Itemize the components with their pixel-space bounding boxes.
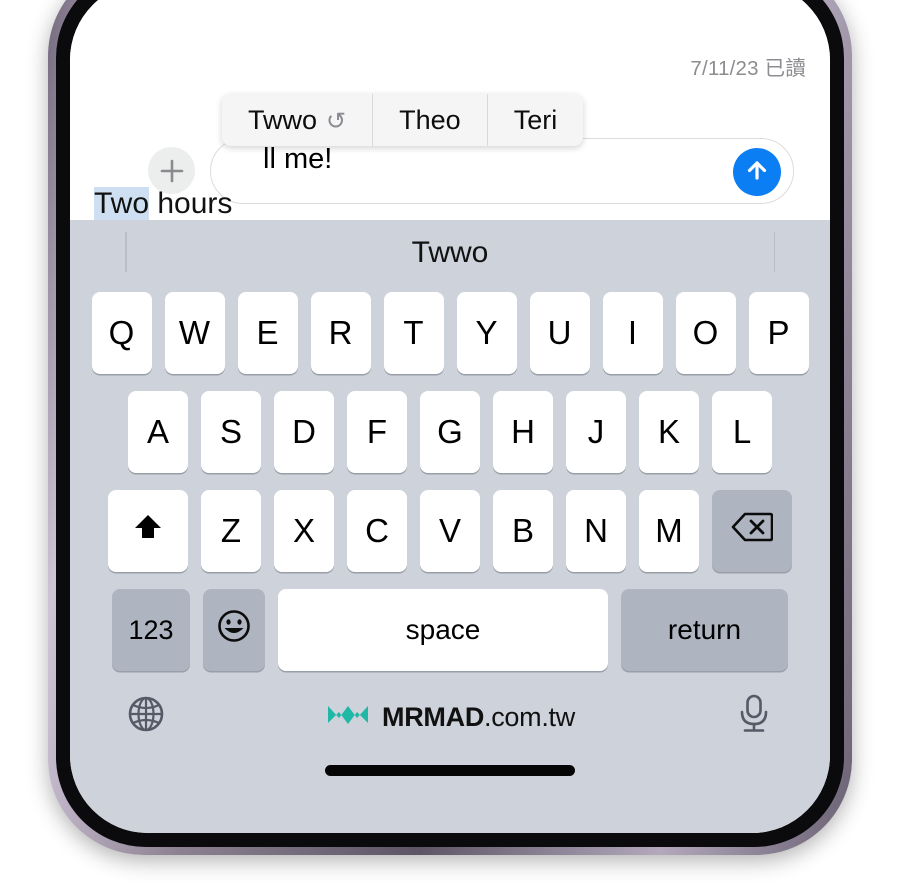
key-d[interactable]: D <box>274 391 334 473</box>
watermark-domain: .com.tw <box>484 702 575 732</box>
phone-frame: 7/11/23 已讀 ll me! Two hours Twwo ↺ Theo … <box>48 0 852 855</box>
suggestion-label: Teri <box>513 104 558 135</box>
watermark-text: MRMAD.com.tw <box>382 702 575 733</box>
phone-screen: 7/11/23 已讀 ll me! Two hours Twwo ↺ Theo … <box>70 0 830 833</box>
key-g[interactable]: G <box>420 391 480 473</box>
backspace-delete-icon <box>731 511 774 551</box>
key-k[interactable]: K <box>639 391 699 473</box>
suggestion-item-2[interactable]: Teri <box>488 94 584 146</box>
suggestion-label: Theo <box>399 104 461 135</box>
space-key[interactable]: space <box>278 589 608 671</box>
suggestion-item-1[interactable]: Theo <box>373 94 488 146</box>
autocorrect-suggestion-popup[interactable]: Twwo ↺ Theo Teri <box>222 94 584 146</box>
mrmad-infinity-logo <box>325 700 371 735</box>
onscreen-keyboard: Twwo Q W E R T Y U I O P A S D F G H J K… <box>70 220 830 833</box>
phone-bezel: 7/11/23 已讀 ll me! Two hours Twwo ↺ Theo … <box>56 0 844 847</box>
composed-text-rest: hours <box>149 187 233 220</box>
key-s[interactable]: S <box>201 391 261 473</box>
prediction-divider-left <box>125 232 127 272</box>
suggestion-item-0[interactable]: Twwo ↺ <box>222 94 374 146</box>
key-p[interactable]: P <box>748 292 809 374</box>
key-l[interactable]: L <box>712 391 772 473</box>
key-e[interactable]: E <box>237 292 298 374</box>
numbers-key[interactable]: 123 <box>112 589 190 671</box>
suggestion-label: Twwo <box>248 104 318 135</box>
return-key[interactable]: return <box>621 589 788 671</box>
key-i[interactable]: I <box>602 292 663 374</box>
emoji-key[interactable] <box>203 589 265 671</box>
key-b[interactable]: B <box>493 490 553 572</box>
key-f[interactable]: F <box>347 391 407 473</box>
message-input-field[interactable]: ll me! <box>210 138 794 204</box>
backspace-key[interactable] <box>712 490 792 572</box>
key-j[interactable]: J <box>566 391 626 473</box>
prediction-bar[interactable]: Twwo <box>70 220 830 286</box>
key-m[interactable]: M <box>639 490 699 572</box>
key-h[interactable]: H <box>493 391 553 473</box>
key-t[interactable]: T <box>383 292 444 374</box>
keyboard-row-2: A S D F G H J K L <box>70 391 830 473</box>
key-u[interactable]: U <box>529 292 590 374</box>
key-y[interactable]: Y <box>456 292 517 374</box>
key-c[interactable]: C <box>347 490 407 572</box>
autocorrect-highlighted-word: Two <box>94 187 150 220</box>
key-w[interactable]: W <box>164 292 225 374</box>
keyboard-row-4: 123 space return <box>70 589 830 671</box>
keyboard-row-1: Q W E R T Y U I O P <box>70 292 830 374</box>
send-button[interactable] <box>733 148 781 196</box>
key-q[interactable]: Q <box>91 292 152 374</box>
plus-icon <box>159 158 185 184</box>
incoming-message-text: ll me! <box>263 143 333 175</box>
key-v[interactable]: V <box>420 490 480 572</box>
key-n[interactable]: N <box>566 490 626 572</box>
prediction-divider-right <box>773 232 775 272</box>
arrow-up-icon <box>744 157 770 188</box>
key-x[interactable]: X <box>274 490 334 572</box>
emoji-smiley-icon <box>216 608 252 652</box>
key-r[interactable]: R <box>310 292 371 374</box>
home-indicator[interactable] <box>325 765 575 776</box>
composed-text: Two hours <box>94 187 232 221</box>
key-z[interactable]: Z <box>201 490 261 572</box>
undo-arrow-icon: ↺ <box>326 107 347 135</box>
key-a[interactable]: A <box>128 391 188 473</box>
message-input-bar: ll me! Two hours <box>70 137 830 220</box>
shift-key[interactable] <box>108 490 188 572</box>
keyboard-row-3: Z X C V B N M <box>70 490 830 572</box>
watermark-brand: MRMAD <box>382 702 485 732</box>
shift-arrow-icon <box>131 510 165 552</box>
watermark: MRMAD.com.tw <box>70 700 830 735</box>
key-o[interactable]: O <box>675 292 736 374</box>
read-receipt-timestamp: 7/11/23 已讀 <box>690 57 806 80</box>
prediction-word[interactable]: Twwo <box>412 236 489 270</box>
